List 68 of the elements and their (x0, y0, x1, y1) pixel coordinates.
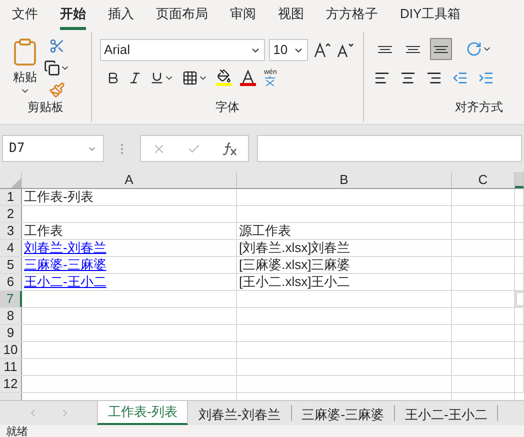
menu-tab[interactable]: 开始 (60, 4, 86, 30)
sheet-tab[interactable]: 王小二-王小二 (395, 405, 498, 421)
hyperlink[interactable]: 三麻婆-三麻婆 (24, 257, 106, 272)
row-header[interactable]: 6 (0, 274, 22, 290)
grid-cell[interactable]: 刘春兰-刘春兰 (22, 240, 237, 256)
grid-cell[interactable]: 三麻婆-三麻婆 (22, 257, 237, 273)
column-header[interactable] (515, 172, 524, 188)
align-left-icon[interactable] (374, 70, 390, 86)
menu-tab[interactable]: 方方格子 (326, 4, 378, 30)
font-name-field[interactable]: Arial (100, 39, 266, 61)
grid-cell[interactable]: [刘春兰.xlsx]刘春兰 (237, 240, 452, 256)
column-header[interactable]: A (22, 172, 237, 188)
row-header[interactable]: 12 (0, 376, 22, 392)
decrease-indent-icon[interactable] (452, 70, 468, 86)
hyperlink[interactable]: 王小二-王小二 (24, 274, 106, 289)
row-header[interactable]: 4 (0, 240, 22, 256)
row-header[interactable]: 1 (0, 189, 22, 205)
italic-icon[interactable] (128, 70, 142, 84)
menu-tab[interactable]: DIY工具箱 (400, 4, 461, 30)
font-size-field[interactable]: 10 (269, 39, 308, 61)
row-header[interactable]: 9 (0, 325, 22, 341)
menu-tab[interactable]: 审阅 (230, 4, 256, 30)
row-header[interactable]: 10 (0, 342, 22, 358)
font-color-icon[interactable] (240, 70, 256, 86)
sheet-tab[interactable]: 工作表-列表 (97, 401, 188, 425)
paste-button[interactable]: 粘贴 (10, 36, 40, 98)
row-header[interactable]: 2 (0, 206, 22, 222)
sheet-tab[interactable]: 刘春兰-刘春兰 (188, 405, 292, 421)
underline-icon[interactable] (150, 70, 174, 84)
grid-cell[interactable]: 工作表-列表 (22, 189, 237, 205)
row-header[interactable]: 11 (0, 359, 22, 375)
increase-indent-icon[interactable] (478, 70, 494, 86)
grow-font-icon[interactable] (312, 41, 332, 59)
fill-color-icon[interactable] (216, 69, 232, 86)
more-icon (120, 142, 124, 154)
grid-cell[interactable]: [三麻婆.xlsx]三麻婆 (237, 257, 452, 273)
function-icon[interactable] (222, 142, 238, 156)
row-header[interactable]: 7 (0, 291, 22, 307)
formula-field[interactable] (257, 135, 522, 162)
align-right-icon[interactable] (426, 70, 442, 86)
hyperlink[interactable]: 刘春兰-刘春兰 (24, 240, 106, 255)
vertical-align-button[interactable] (430, 38, 452, 60)
menu-tab[interactable]: 文件 (12, 4, 38, 30)
group-label: 字体 (214, 99, 240, 116)
grid-cell[interactable]: 工作表 (22, 223, 237, 239)
borders-icon[interactable] (182, 70, 208, 86)
copy-icon[interactable] (44, 60, 70, 76)
selected-cell[interactable] (515, 291, 524, 307)
bold-icon[interactable] (106, 70, 120, 84)
grid-cell[interactable]: [王小二.xlsx]王小二 (237, 274, 452, 290)
align-center-icon[interactable] (400, 70, 416, 86)
row-header[interactable]: 5 (0, 257, 22, 273)
column-header[interactable]: B (237, 172, 452, 188)
menu-tab[interactable]: 页面布局 (156, 4, 208, 30)
menu-tab[interactable]: 视图 (278, 4, 304, 30)
menu-tab[interactable]: 插入 (108, 4, 134, 30)
sheet-tab[interactable]: 三麻婆-三麻婆 (292, 405, 396, 421)
shrink-font-icon[interactable] (336, 41, 356, 59)
group-label: 对齐方式 (454, 99, 504, 116)
grid-cell[interactable]: 源工作表 (237, 223, 452, 239)
row-header[interactable] (0, 393, 22, 400)
row-header[interactable]: 3 (0, 223, 22, 239)
orientation-icon[interactable] (466, 41, 492, 57)
name-box[interactable]: D7 (2, 135, 104, 162)
status-text: 就绪 (6, 425, 28, 437)
row-header[interactable]: 8 (0, 308, 22, 324)
grid-cell[interactable]: 王小二-王小二 (22, 274, 237, 290)
group-label: 剪贴板 (26, 99, 64, 116)
